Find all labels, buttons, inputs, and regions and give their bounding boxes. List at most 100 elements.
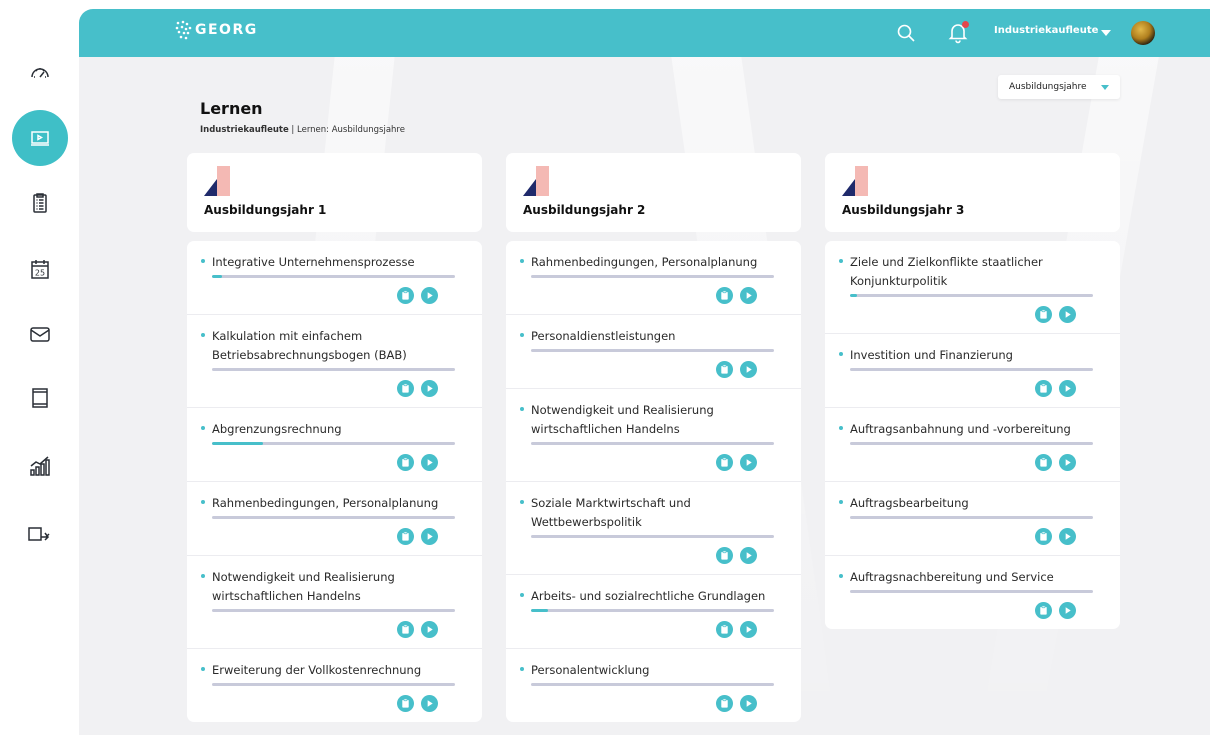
task-button[interactable] — [716, 547, 733, 564]
play-button[interactable] — [740, 454, 757, 471]
topic-item[interactable]: Rahmenbedingungen, Personalplanung — [506, 241, 801, 315]
task-button[interactable] — [1035, 306, 1052, 323]
logo-text: GEORG — [195, 22, 258, 38]
topic-list: Rahmenbedingungen, Personalplanung Person… — [506, 241, 801, 722]
task-button[interactable] — [397, 454, 414, 471]
play-button[interactable] — [421, 454, 438, 471]
task-button[interactable] — [1035, 602, 1052, 619]
play-button[interactable] — [1059, 528, 1076, 545]
play-button[interactable] — [1059, 454, 1076, 471]
topic-title: Auftragsanbahnung und -vorbereitung — [850, 422, 1071, 436]
topic-item[interactable]: Investition und Finanzierung — [825, 334, 1120, 408]
sidebar-item-dashboard[interactable] — [12, 44, 68, 100]
topic-actions — [212, 695, 470, 712]
year-title: Ausbildungsjahr 2 — [523, 203, 646, 217]
progress-fill — [850, 294, 858, 297]
bullet-dot — [520, 667, 524, 671]
play-button[interactable] — [421, 380, 438, 397]
task-button[interactable] — [397, 380, 414, 397]
bullet-dot — [520, 333, 524, 337]
topic-title: Investition und Finanzierung — [850, 348, 1013, 362]
progress-bar — [531, 349, 774, 352]
play-icon — [746, 626, 752, 633]
topic-actions — [531, 361, 789, 378]
topic-item[interactable]: Auftragsanbahnung und -vorbereitung — [825, 408, 1120, 482]
avatar[interactable] — [1131, 21, 1155, 45]
notifications-button[interactable] — [946, 20, 970, 44]
task-button[interactable] — [1035, 454, 1052, 471]
task-button[interactable] — [397, 528, 414, 545]
task-button[interactable] — [397, 287, 414, 304]
year-header-card[interactable]: Ausbildungsjahr 2 — [506, 153, 801, 232]
task-button[interactable] — [716, 287, 733, 304]
topic-item[interactable]: Ziele und Zielkonflikte staatlicher Konj… — [825, 241, 1120, 334]
play-button[interactable] — [740, 361, 757, 378]
task-button[interactable] — [397, 621, 414, 638]
logo-grid-icon — [175, 20, 192, 40]
profile-dropdown-icon[interactable] — [1101, 30, 1111, 36]
task-button[interactable] — [1035, 528, 1052, 545]
task-button[interactable] — [716, 454, 733, 471]
board-pointer-icon — [28, 527, 50, 541]
year-header-card[interactable]: Ausbildungsjahr 1 — [187, 153, 482, 232]
topic-item[interactable]: Kalkulation mit einfachem Betriebsabrech… — [187, 315, 482, 408]
play-button[interactable] — [740, 695, 757, 712]
play-button[interactable] — [740, 621, 757, 638]
play-button[interactable] — [740, 287, 757, 304]
sidebar-item-messages[interactable] — [12, 306, 68, 362]
topic-actions — [212, 528, 470, 545]
sidebar-item-library[interactable] — [12, 370, 68, 426]
play-button[interactable] — [740, 547, 757, 564]
topic-item[interactable]: Personaldienstleistungen — [506, 315, 801, 389]
progress-fill — [531, 609, 548, 612]
sidebar-item-statistics[interactable] — [12, 438, 68, 494]
sidebar-item-calendar[interactable]: 25 — [12, 241, 68, 297]
play-button[interactable] — [421, 621, 438, 638]
task-button[interactable] — [716, 695, 733, 712]
topic-item[interactable]: Auftragsnachbereitung und Service — [825, 556, 1120, 629]
year-column-1: Ausbildungsjahr 1 Integrative Unternehmen… — [187, 153, 482, 722]
topic-item[interactable]: Abgrenzungsrechnung — [187, 408, 482, 482]
play-button[interactable] — [421, 528, 438, 545]
topic-item[interactable]: Integrative Unternehmensprozesse — [187, 241, 482, 315]
task-button[interactable] — [716, 361, 733, 378]
year-header-card[interactable]: Ausbildungsjahr 3 — [825, 153, 1120, 232]
topic-item[interactable]: Auftragsbearbeitung — [825, 482, 1120, 556]
topic-item[interactable]: Notwendigkeit und Realisierung wirtschaf… — [187, 556, 482, 649]
bullet-dot — [839, 352, 843, 356]
play-button[interactable] — [1059, 306, 1076, 323]
breadcrumb-root[interactable]: Industriekaufleute — [200, 125, 289, 135]
play-button[interactable] — [1059, 602, 1076, 619]
bullet-dot — [520, 593, 524, 597]
clipboard-icon — [1040, 531, 1047, 541]
georg-logo[interactable]: GEORG — [174, 19, 258, 41]
progress-bar — [531, 442, 774, 445]
play-button[interactable] — [421, 287, 438, 304]
topic-title: Rahmenbedingungen, Personalplanung — [212, 496, 439, 510]
topic-actions — [850, 306, 1108, 323]
sidebar-item-learning[interactable] — [12, 110, 68, 166]
topic-item[interactable]: Personalentwicklung — [506, 649, 801, 722]
play-button[interactable] — [1059, 380, 1076, 397]
play-icon — [1065, 385, 1071, 392]
play-button[interactable] — [421, 695, 438, 712]
progress-bar — [212, 368, 455, 371]
topic-title: Rahmenbedingungen, Personalplanung — [531, 255, 758, 269]
task-button[interactable] — [397, 695, 414, 712]
play-icon — [427, 700, 433, 707]
topic-item[interactable]: Arbeits- und sozialrechtliche Grundlagen — [506, 575, 801, 649]
topic-item[interactable]: Erweiterung der Vollkostenrechnung — [187, 649, 482, 722]
search-icon[interactable] — [895, 22, 917, 44]
training-year-dropdown[interactable]: Ausbildungsjahre — [998, 75, 1120, 99]
task-button[interactable] — [716, 621, 733, 638]
sidebar-item-tasks[interactable] — [12, 175, 68, 231]
topic-item[interactable]: Rahmenbedingungen, Personalplanung — [187, 482, 482, 556]
task-button[interactable] — [1035, 380, 1052, 397]
statistics-chart-icon — [30, 456, 50, 476]
sidebar-item-presentation[interactable] — [12, 506, 68, 562]
profile-name[interactable]: Industriekaufleute — [994, 25, 1098, 36]
play-icon — [746, 459, 752, 466]
topic-item[interactable]: Soziale Marktwirtschaft und Wettbewerbsp… — [506, 482, 801, 575]
play-icon — [427, 292, 433, 299]
topic-item[interactable]: Notwendigkeit und Realisierung wirtschaf… — [506, 389, 801, 482]
